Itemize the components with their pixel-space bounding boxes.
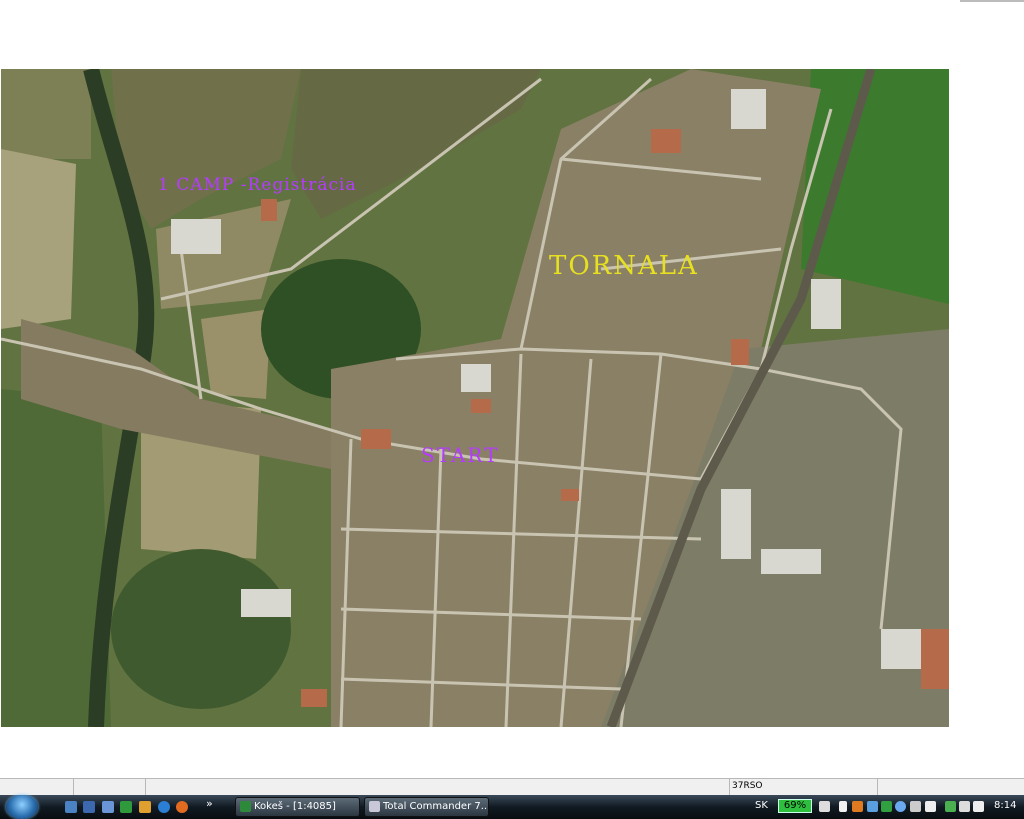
tray-app-icon[interactable] <box>852 801 863 812</box>
app-icon[interactable] <box>120 801 132 813</box>
floppy-disk-icon <box>369 801 380 812</box>
camp-registration-label: 1 CAMP -Registrácia <box>158 175 357 195</box>
taskbar-button-kokes[interactable]: Kokeš - [1:4085] <box>235 797 360 817</box>
mail-icon[interactable] <box>139 801 151 813</box>
status-bar: 37RSO <box>0 778 1024 795</box>
tray-app-icon[interactable] <box>881 801 892 812</box>
taskbar-button-total-commander[interactable]: Total Commander 7... <box>364 797 489 817</box>
clock[interactable]: 8:14 <box>994 800 1016 811</box>
tray-app-icon[interactable] <box>959 801 970 812</box>
map-app-icon <box>240 801 251 812</box>
quick-launch-chevron[interactable]: » <box>206 797 213 810</box>
status-cell <box>74 779 146 795</box>
show-desktop-icon[interactable] <box>65 801 77 813</box>
top-edge-bar <box>960 0 1024 2</box>
status-cell <box>0 779 74 795</box>
taskbar: » Kokeš - [1:4085] Total Commander 7... … <box>0 795 1024 819</box>
tray-app-icon[interactable] <box>867 801 878 812</box>
internet-explorer-icon[interactable] <box>158 801 170 813</box>
aerial-map-image[interactable]: 1 CAMP -Registrácia TORNALA START <box>1 69 949 727</box>
taskbar-button-label: Kokeš - [1:4085] <box>254 801 336 812</box>
battery-indicator[interactable]: 69% <box>778 799 812 813</box>
town-name-label: TORNALA <box>549 251 699 281</box>
start-label: START <box>421 443 500 467</box>
status-cell <box>146 779 730 795</box>
aerial-photo-rendering <box>1 69 949 727</box>
firefox-icon[interactable] <box>176 801 188 813</box>
taskbar-button-label: Total Commander 7... <box>383 801 489 812</box>
explorer-icon[interactable] <box>102 801 114 813</box>
volume-icon[interactable] <box>973 801 984 812</box>
windows-start-icon[interactable] <box>6 795 38 819</box>
language-indicator[interactable]: SK <box>755 800 768 811</box>
tray-app-icon[interactable] <box>925 801 936 812</box>
tray-app-icon[interactable] <box>945 801 956 812</box>
tray-arrow-icon[interactable] <box>839 801 847 812</box>
desktop-strip <box>949 690 961 728</box>
tray-app-icon[interactable] <box>819 801 830 812</box>
network-icon[interactable] <box>895 801 906 812</box>
status-code-text: 37RSO <box>732 781 763 791</box>
window-switch-icon[interactable] <box>83 801 95 813</box>
tray-app-icon[interactable] <box>910 801 921 812</box>
